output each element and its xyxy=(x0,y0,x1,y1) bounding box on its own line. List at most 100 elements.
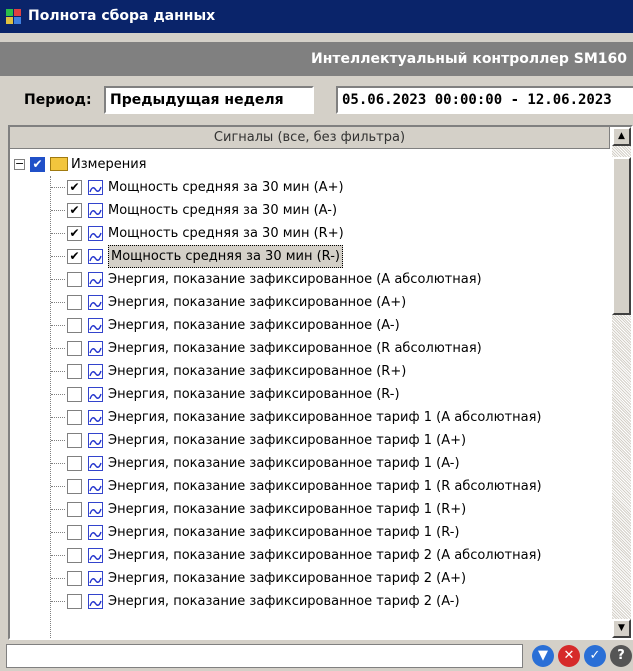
signal-label: Энергия, показание зафиксированное (A-) xyxy=(108,318,400,333)
signal-label: Энергия, показание зафиксированное тариф… xyxy=(108,571,467,586)
cancel-button[interactable]: ✕ xyxy=(558,645,580,667)
help-icon: ? xyxy=(617,648,625,663)
tree-connector-line xyxy=(51,555,65,556)
signal-checkbox[interactable] xyxy=(67,433,82,448)
signal-label: Мощность средняя за 30 мин (R+) xyxy=(108,226,344,241)
signal-checkbox[interactable]: ✔ xyxy=(67,180,82,195)
signal-checkbox[interactable] xyxy=(67,341,82,356)
tree-connector-line xyxy=(51,394,65,395)
signal-checkbox[interactable] xyxy=(67,548,82,563)
signal-wave-icon xyxy=(88,318,103,333)
signal-label: Энергия, показание зафиксированное тариф… xyxy=(108,548,542,563)
signal-wave-icon xyxy=(88,364,103,379)
filter-icon: ▼ xyxy=(538,648,548,663)
signal-wave-icon xyxy=(88,571,103,586)
filter-button[interactable]: ▼ xyxy=(532,645,554,667)
signal-wave-icon xyxy=(88,502,103,517)
statusbar: ▼ ✕ ✓? xyxy=(0,640,633,671)
signal-wave-icon xyxy=(88,548,103,563)
signal-wave-icon xyxy=(88,180,103,195)
date-range-field[interactable]: 05.06.2023 00:00:00 - 12.06.2023 xyxy=(336,86,633,114)
signal-checkbox[interactable] xyxy=(67,387,82,402)
tree-connector-line xyxy=(51,348,65,349)
scroll-down-button[interactable]: ▼ xyxy=(612,619,631,638)
signal-label: Мощность средняя за 30 мин (A+) xyxy=(108,180,344,195)
signal-label: Энергия, показание зафиксированное (A+) xyxy=(108,295,407,310)
signal-checkbox[interactable] xyxy=(67,364,82,379)
tree-connector-line xyxy=(51,532,65,533)
tree-connector-line xyxy=(51,256,65,257)
tree-connector-line xyxy=(51,509,65,510)
signal-checkbox[interactable] xyxy=(67,272,82,287)
app-icon xyxy=(6,9,22,25)
signal-label: Энергия, показание зафиксированное тариф… xyxy=(108,502,467,517)
signal-label: Энергия, показание зафиксированное (R-) xyxy=(108,387,400,402)
check-icon: ✓ xyxy=(589,648,601,663)
device-header: Интеллектуальный контроллер SM160 xyxy=(0,42,633,76)
signal-wave-icon xyxy=(88,410,103,425)
scroll-up-button[interactable]: ▲ xyxy=(612,127,631,146)
root-checkbox[interactable]: ✔ xyxy=(30,157,45,172)
signal-checkbox[interactable] xyxy=(67,318,82,333)
tree-connector-line xyxy=(51,279,65,280)
close-icon: ✕ xyxy=(563,648,575,663)
window-titlebar: Полнота сбора данных xyxy=(0,0,633,33)
signal-checkbox[interactable] xyxy=(67,479,82,494)
signal-checkbox[interactable] xyxy=(67,571,82,586)
signal-wave-icon xyxy=(88,295,103,310)
signal-label: Энергия, показание зафиксированное тариф… xyxy=(108,525,460,540)
signal-checkbox[interactable]: ✔ xyxy=(67,226,82,241)
signal-wave-icon xyxy=(88,525,103,540)
signal-wave-icon xyxy=(88,226,103,241)
signal-checkbox[interactable]: ✔ xyxy=(67,203,82,218)
tree-connector-line xyxy=(51,302,65,303)
period-select[interactable]: Предыдущая неделя xyxy=(104,86,314,114)
folder-icon xyxy=(50,157,68,171)
signal-wave-icon xyxy=(88,594,103,609)
signal-checkbox[interactable] xyxy=(67,594,82,609)
help-button[interactable]: ? xyxy=(610,645,632,667)
period-label: Период: xyxy=(24,92,92,108)
signal-checkbox[interactable]: ✔ xyxy=(67,249,82,264)
vertical-scrollbar[interactable]: ▲ ▼ xyxy=(612,127,631,638)
signals-column-header[interactable]: Сигналы (все, без фильтра) xyxy=(10,127,610,149)
signal-checkbox[interactable] xyxy=(67,295,82,310)
tree-connector-line xyxy=(51,233,65,234)
signal-label: Мощность средняя за 30 мин (A-) xyxy=(108,203,338,218)
signal-checkbox[interactable] xyxy=(67,410,82,425)
signal-wave-icon xyxy=(88,479,103,494)
tree-connector-line xyxy=(51,578,65,579)
signal-checkbox[interactable] xyxy=(67,525,82,540)
signal-wave-icon xyxy=(88,203,103,218)
tree-connector-line xyxy=(51,417,65,418)
signal-label: Энергия, показание зафиксированное тариф… xyxy=(108,410,542,425)
signal-wave-icon xyxy=(88,249,103,264)
signals-tree[interactable]: Сигналы (все, без фильтра) − ✔ Измерения ✔ М… xyxy=(8,125,633,640)
signal-wave-icon xyxy=(88,341,103,356)
scroll-thumb[interactable] xyxy=(612,157,631,315)
collapse-toggle[interactable]: − xyxy=(14,158,25,170)
tree-connector-line xyxy=(51,463,65,464)
signal-wave-icon xyxy=(88,433,103,448)
tree-connector-line xyxy=(51,210,65,211)
tree-root-label: Измерения xyxy=(71,157,147,172)
window-title: Полнота сбора данных xyxy=(28,8,216,24)
signal-label: Энергия, показание зафиксированное тариф… xyxy=(108,594,460,609)
signal-checkbox[interactable] xyxy=(67,502,82,517)
signal-wave-icon xyxy=(88,456,103,471)
signal-wave-icon xyxy=(88,272,103,287)
tree-connector-line xyxy=(51,486,65,487)
tree-connector-line xyxy=(51,601,65,602)
signal-label: Энергия, показание зафиксированное (R аб… xyxy=(108,341,482,356)
tree-connector-line xyxy=(51,440,65,441)
signal-label: Мощность средняя за 30 мин (R-) xyxy=(108,245,343,268)
signal-label: Энергия, показание зафиксированное тариф… xyxy=(108,479,542,494)
tree-connector-line xyxy=(51,371,65,372)
tree-connector xyxy=(50,176,52,638)
tree-connector-line xyxy=(51,325,65,326)
signal-label: Энергия, показание зафиксированное (R+) xyxy=(108,364,407,379)
signal-label: Энергия, показание зафиксированное тариф… xyxy=(108,433,467,448)
signal-checkbox[interactable] xyxy=(67,456,82,471)
signal-wave-icon xyxy=(88,387,103,402)
ok-button[interactable]: ✓ xyxy=(584,645,606,667)
